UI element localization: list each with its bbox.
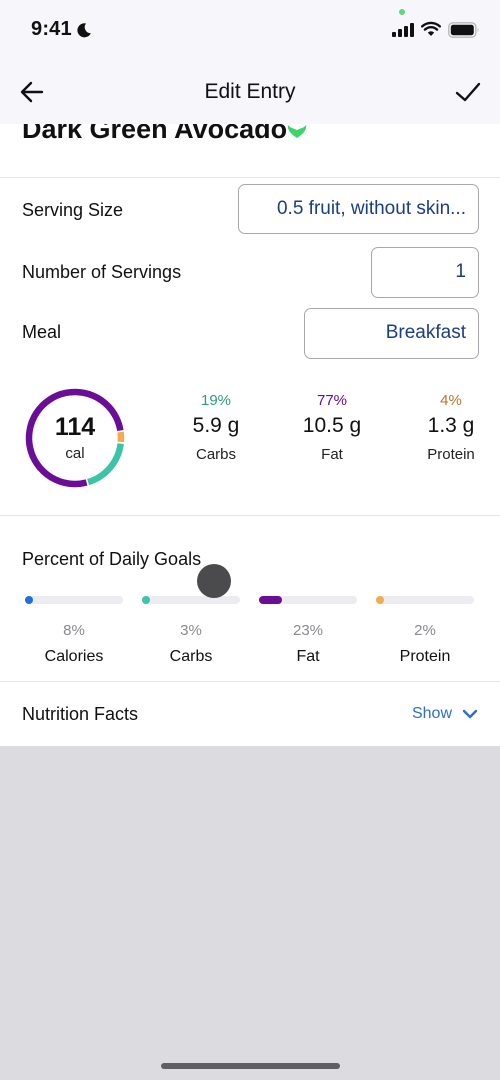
macro-percent: 4% [440,392,462,409]
show-label: Show [411,705,452,722]
number-of-servings-input[interactable]: 1 [371,247,479,298]
meal-select[interactable]: Breakfast [304,308,479,359]
goal-name: Carbs [169,648,213,665]
save-button[interactable] [454,78,482,106]
battery-icon [448,22,479,38]
goal-progress-fill [25,596,33,604]
goal-name: Calories [44,648,104,665]
serving-size-field[interactable]: 0.5 fruit, without skin... [238,184,479,234]
entry-content: Dark Green Avocado Serving Size 0.5 frui… [0,124,500,746]
macro-grams: 5.9 g [192,414,240,437]
goal-progress-track [142,596,240,604]
goal-progress-fill [142,596,150,604]
meal-label: Meal [22,322,62,342]
show-nutrition-facts-button[interactable]: Show [412,705,478,723]
macro-grams: 1.3 g [427,414,475,437]
status-bar: 9:41 [0,0,500,60]
goal-name: Fat [296,648,320,665]
food-title: Dark Green Avocado [22,124,288,144]
nutrition-facts-row[interactable]: Nutrition Facts Show [0,682,500,746]
daily-goals-title: Percent of Daily Goals [22,549,202,569]
goal-percent: 2% [414,622,436,639]
goal-progress-fill [259,596,282,604]
goal-progress-fill [376,596,384,604]
goal-name: Protein [399,648,451,665]
macro-grams: 10.5 g [302,414,362,437]
serving-size-row: Serving Size 0.5 fruit, without skin... [0,178,500,240]
verified-heart-icon [287,125,307,138]
macro-name: Carbs [195,446,236,463]
checkmark-icon [455,82,481,102]
moon-icon [77,23,91,38]
privacy-indicator-dot [399,9,405,15]
number-of-servings-row: Number of Servings 1 [0,240,500,302]
goal-percent: 23% [292,622,324,639]
signal-icon [392,23,414,37]
calorie-value: 114 [54,413,96,441]
chevron-down-icon [462,709,478,719]
macro-fat: 77% 10.5 g Fat [282,392,382,463]
macro-name: Fat [321,446,343,463]
macro-protein: 4% 1.3 g Protein [401,392,500,463]
wifi-icon [421,21,441,36]
macro-carbs: 19% 5.9 g Carbs [166,392,266,463]
macro-percent: 77% [316,392,348,409]
goal-progress-track [376,596,474,604]
home-indicator[interactable] [161,1063,340,1069]
status-time: 9:41 [31,18,72,40]
food-title-row: Dark Green Avocado [0,124,500,178]
serving-size-label: Serving Size [22,200,124,220]
macro-summary: 114 cal 19% 5.9 g Carbs 77% 10.5 g Fat 4… [0,368,500,516]
goal-progress-track [25,596,123,604]
navigation-bar: Edit Entry [0,60,500,124]
meal-row: Meal Breakfast [0,302,500,364]
macro-percent: 19% [200,392,232,409]
goal-progress-track [259,596,357,604]
nutrition-facts-label: Nutrition Facts [22,704,139,724]
goal-percent: 8% [63,622,85,639]
daily-goals-section: Percent of Daily Goals 8% Calories 3% Ca… [0,516,500,682]
calorie-unit: cal [65,445,85,462]
goal-percent: 3% [180,622,202,639]
number-of-servings-label: Number of Servings [22,262,182,282]
page-title: Edit Entry [204,80,296,103]
touch-indicator [197,564,231,598]
macro-name: Protein [427,446,475,463]
